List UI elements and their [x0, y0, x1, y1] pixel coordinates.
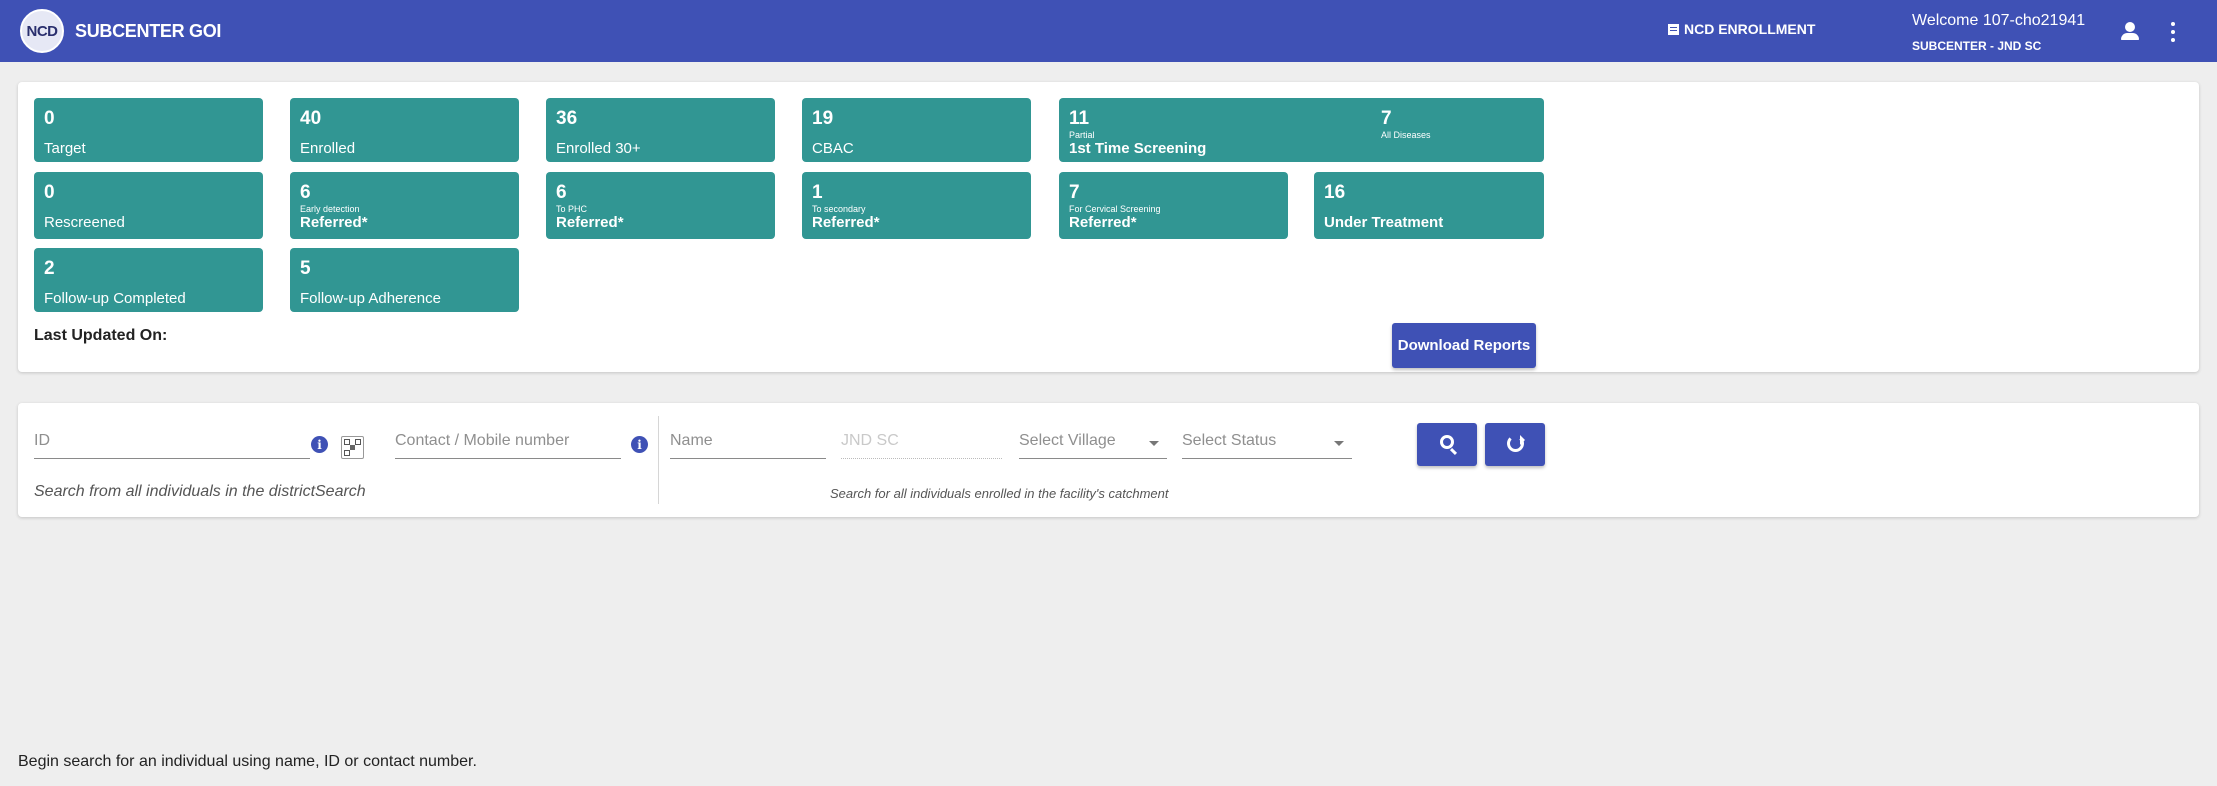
facility-field: JND SC: [841, 427, 1002, 459]
tile-referred-early-detection[interactable]: 6 Early detection Referred*: [290, 172, 519, 239]
search-card: ID i Contact / Mobile number i Search fr…: [18, 403, 2199, 517]
tile-label: Target: [44, 140, 86, 157]
refresh-button[interactable]: [1485, 423, 1545, 466]
tile-referred-phc[interactable]: 6 To PHC Referred*: [546, 172, 775, 239]
contact-field[interactable]: Contact / Mobile number: [395, 427, 621, 459]
tile-label: Follow-up Completed: [44, 290, 186, 307]
tile-under-treatment[interactable]: 16 Under Treatment: [1314, 172, 1544, 239]
facility-text: SUBCENTER - JND SC: [1912, 39, 2042, 53]
tile-label: Under Treatment: [1324, 214, 1444, 231]
tile-first-screening[interactable]: 11 Partial 1st Time Screening 7 All Dise…: [1059, 98, 1544, 162]
tile-label: Follow-up Adherence: [300, 290, 441, 307]
divider: [658, 416, 659, 504]
tile-enrolled[interactable]: 40 Enrolled: [290, 98, 519, 162]
status-select[interactable]: Select Status: [1182, 427, 1352, 459]
user-icon[interactable]: [2120, 21, 2140, 41]
tile-cbac[interactable]: 19 CBAC: [802, 98, 1031, 162]
refresh-icon: [1507, 435, 1525, 452]
info-icon[interactable]: i: [631, 436, 648, 453]
tile-value: 0: [44, 108, 55, 129]
district-search-hint: Search from all individuals in the distr…: [34, 483, 366, 500]
tile-label: CBAC: [812, 140, 854, 157]
ncd-enrollment-link[interactable]: NCD ENROLLMENT: [1668, 21, 1815, 37]
tile-label: Enrolled 30+: [556, 140, 641, 157]
tile-sublabel: To secondary: [812, 204, 866, 214]
tile-value: 5: [300, 258, 311, 279]
more-vert-icon[interactable]: [2168, 20, 2178, 44]
app-logo[interactable]: NCD: [20, 9, 64, 53]
tile-label: Rescreened: [44, 214, 125, 231]
tile-value-secondary: 7: [1381, 108, 1392, 129]
search-icon: [1440, 435, 1454, 449]
tile-value: 0: [44, 182, 55, 203]
village-placeholder: Select Village: [1019, 432, 1116, 449]
dashboard-card: 0 Target 40 Enrolled 36 Enrolled 30+ 19 …: [18, 82, 2199, 372]
tile-label: Referred*: [300, 214, 368, 231]
chevron-down-icon: [1149, 441, 1159, 446]
village-select[interactable]: Select Village: [1019, 427, 1167, 459]
contact-placeholder: Contact / Mobile number: [395, 432, 570, 449]
tile-label: Enrolled: [300, 140, 356, 157]
name-field[interactable]: Name: [670, 427, 826, 459]
tile-label: Referred*: [556, 214, 624, 231]
tile-value: 7: [1069, 182, 1080, 203]
tile-value: 40: [300, 108, 322, 129]
tile-sublabel: Early detection: [300, 204, 360, 214]
tile-value: 6: [556, 182, 567, 203]
tile-sublabel: Partial: [1069, 130, 1095, 140]
tile-value: 6: [300, 182, 311, 203]
id-field[interactable]: ID: [34, 427, 310, 459]
search-instruction: Begin search for an individual using nam…: [18, 753, 477, 770]
app-title: SUBCENTER GOI: [75, 21, 222, 41]
tile-target[interactable]: 0 Target: [34, 98, 263, 162]
download-reports-button[interactable]: Download Reports: [1392, 323, 1536, 368]
tile-sublabel-secondary: All Diseases: [1381, 130, 1431, 140]
tile-referred-cervical[interactable]: 7 For Cervical Screening Referred*: [1059, 172, 1288, 239]
welcome-text: Welcome 107-cho21941: [1912, 12, 2086, 29]
facility-search-hint: Search for all individuals enrolled in t…: [830, 486, 1169, 501]
status-placeholder: Select Status: [1182, 432, 1277, 449]
tile-value: 36: [556, 108, 578, 129]
facility-value: JND SC: [841, 432, 899, 449]
tile-value: 16: [1324, 182, 1346, 203]
chevron-down-icon: [1334, 441, 1344, 446]
tile-label: Referred*: [812, 214, 880, 231]
tile-value: 11: [1069, 108, 1090, 129]
id-placeholder: ID: [34, 432, 50, 449]
tile-referred-secondary[interactable]: 1 To secondary Referred*: [802, 172, 1031, 239]
app-header: NCD SUBCENTER GOI NCD ENROLLMENT Welcome…: [0, 0, 2217, 62]
tile-label: 1st Time Screening: [1069, 140, 1207, 157]
tile-sublabel: For Cervical Screening: [1069, 204, 1161, 214]
tile-followup-completed[interactable]: 2 Follow-up Completed: [34, 248, 263, 312]
tile-enrolled-30plus[interactable]: 36 Enrolled 30+: [546, 98, 775, 162]
info-icon[interactable]: i: [311, 436, 328, 453]
qr-scan-icon[interactable]: [341, 436, 364, 459]
search-button[interactable]: [1417, 423, 1477, 466]
tile-value: 19: [812, 108, 834, 129]
tile-rescreened[interactable]: 0 Rescreened: [34, 172, 263, 239]
tile-sublabel: To PHC: [556, 204, 588, 214]
tile-value: 1: [812, 182, 823, 203]
document-icon: [1668, 23, 1679, 35]
name-placeholder: Name: [670, 432, 713, 449]
last-updated-label: Last Updated On:: [34, 327, 168, 344]
ncd-enrollment-label: NCD ENROLLMENT: [1684, 21, 1816, 37]
tile-followup-adherence[interactable]: 5 Follow-up Adherence: [290, 248, 519, 312]
tile-value: 2: [44, 258, 55, 279]
tile-label: Referred*: [1069, 214, 1137, 231]
